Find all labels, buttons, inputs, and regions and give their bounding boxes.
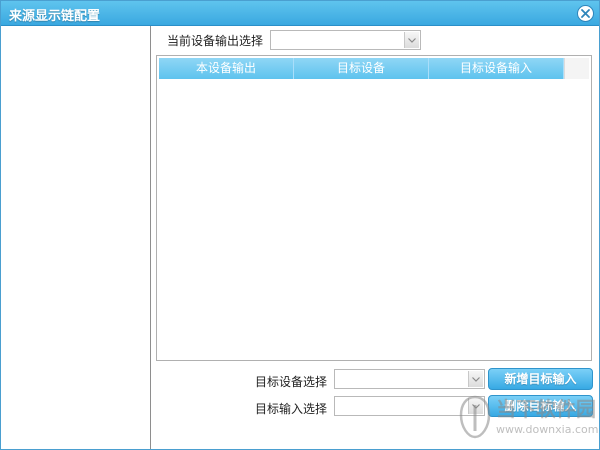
chevron-down-icon (408, 37, 416, 43)
column-header-local-output[interactable]: 本设备输出 (159, 58, 294, 79)
add-target-input-button[interactable]: 新增目标输入 (488, 368, 593, 390)
watermark: 当下软件园 www.downxia.com (456, 393, 599, 443)
target-device-select[interactable] (334, 369, 485, 389)
target-device-arrow[interactable] (468, 371, 483, 387)
output-select-arrow[interactable] (404, 32, 419, 48)
link-table[interactable]: 本设备输出 目标设备 目标设备输入 (156, 55, 592, 361)
watermark-logo-icon (459, 395, 491, 439)
close-button[interactable] (577, 5, 594, 22)
watermark-text: 当下软件园 (496, 397, 596, 421)
close-icon (581, 9, 590, 18)
table-header: 本设备输出 目标设备 目标设备输入 (159, 58, 589, 79)
column-header-target-device[interactable]: 目标设备 (294, 58, 429, 79)
dialog-window: 来源显示链配置 当前设备输出选择 本设备输出 目标设备 目标设备输入 目标设备选… (0, 0, 600, 450)
title-bar[interactable]: 来源显示链配置 (1, 1, 599, 26)
chevron-down-icon (472, 376, 480, 382)
left-panel (1, 26, 151, 449)
output-select[interactable] (270, 30, 421, 50)
target-device-label: 目标设备选择 (255, 375, 328, 389)
target-input-label: 目标输入选择 (255, 402, 328, 416)
output-select-label: 当前设备输出选择 (167, 34, 264, 48)
watermark-url: www.downxia.com (496, 423, 599, 436)
column-header-filler (564, 58, 589, 79)
column-header-target-input[interactable]: 目标设备输入 (429, 58, 564, 79)
window-title: 来源显示链配置 (9, 9, 101, 24)
